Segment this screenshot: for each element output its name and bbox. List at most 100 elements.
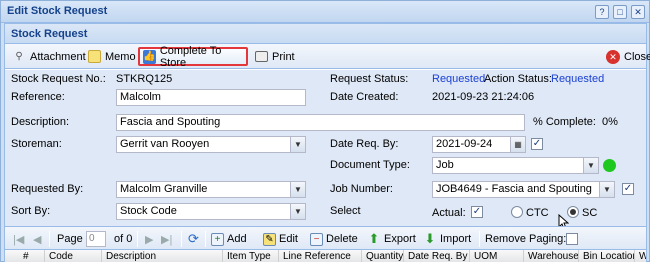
memo-button[interactable]: Memo bbox=[85, 47, 139, 66]
description-input[interactable]: Fascia and Spouting bbox=[116, 114, 525, 131]
import-arrow-icon: ⬇ bbox=[424, 231, 436, 246]
separator bbox=[137, 231, 138, 247]
date-req-by-checkbox[interactable]: ✓ bbox=[531, 138, 543, 150]
percent-complete-value: 0% bbox=[602, 116, 618, 128]
first-page-icon[interactable]: |◀ bbox=[13, 231, 24, 247]
panel-title: Stock Request bbox=[11, 28, 88, 40]
printer-icon bbox=[255, 51, 268, 62]
column-header[interactable]: Item Type bbox=[223, 250, 279, 262]
export-arrow-icon: ⬆ bbox=[368, 231, 380, 246]
chevron-down-icon[interactable]: ▼ bbox=[583, 158, 598, 173]
column-header[interactable]: UOM bbox=[470, 250, 524, 262]
import-label: Import bbox=[440, 233, 472, 245]
separator bbox=[181, 231, 182, 247]
request-status-value[interactable]: Requested bbox=[432, 73, 485, 85]
next-page-icon[interactable]: ▶ bbox=[145, 231, 153, 247]
column-header[interactable]: Date Req. By bbox=[404, 250, 470, 262]
job-number-value: JOB4649 - Fascia and Spouting bbox=[436, 183, 592, 195]
date-req-by-field[interactable]: 2021-09-24 ▦ bbox=[432, 136, 526, 153]
edit-stock-request-window: Edit Stock Request ? □ ✕ Stock Request ⚲… bbox=[0, 0, 650, 262]
edit-button[interactable]: ✎ Edit bbox=[263, 231, 298, 247]
stock-request-no-value: STKRQ125 bbox=[116, 73, 173, 85]
date-created-label: Date Created: bbox=[330, 91, 399, 103]
job-number-checkbox[interactable]: ✓ bbox=[622, 183, 634, 195]
sort-by-value: Stock Code bbox=[120, 205, 177, 217]
close-icon[interactable]: ✕ bbox=[631, 5, 645, 19]
delete-icon: − bbox=[310, 232, 323, 246]
export-label: Export bbox=[384, 233, 416, 245]
date-created-value: 2021-09-23 21:24:06 bbox=[432, 91, 535, 103]
storeman-value: Gerrit van Rooyen bbox=[120, 138, 210, 150]
storeman-combo[interactable]: Gerrit van Rooyen ▼ bbox=[116, 136, 306, 153]
maximize-icon[interactable]: □ bbox=[613, 5, 627, 19]
window-titlebar[interactable]: Edit Stock Request ? □ ✕ bbox=[1, 1, 649, 23]
separator bbox=[205, 231, 206, 247]
percent-complete-label: % Complete: bbox=[533, 116, 596, 128]
stock-request-panel: Stock Request ⚲ Attachment Memo 👍 Comple… bbox=[4, 23, 650, 262]
window-title: Edit Stock Request bbox=[7, 5, 108, 17]
job-number-label: Job Number: bbox=[330, 183, 393, 195]
remove-paging-label: Remove Paging: bbox=[485, 233, 567, 245]
reference-input[interactable]: Malcolm bbox=[116, 89, 306, 106]
thumbs-up-icon: 👍 bbox=[143, 49, 156, 64]
actual-label: Actual: bbox=[432, 207, 466, 219]
refresh-icon[interactable]: ⟳ bbox=[188, 231, 199, 247]
description-label: Description: bbox=[11, 116, 70, 128]
storeman-label: Storeman: bbox=[11, 138, 62, 150]
add-label: Add bbox=[227, 233, 247, 245]
close-circle-icon: ✕ bbox=[606, 49, 620, 64]
document-type-label: Document Type: bbox=[330, 159, 410, 171]
stock-request-form: Stock Request No.: STKRQ125 Request Stat… bbox=[5, 70, 646, 230]
chevron-down-icon[interactable]: ▼ bbox=[290, 137, 305, 152]
document-type-combo[interactable]: Job ▼ bbox=[432, 157, 599, 174]
column-header[interactable]: Quantity bbox=[362, 250, 404, 262]
column-header[interactable]: Bin Location bbox=[579, 250, 635, 262]
prev-page-icon[interactable]: ◀ bbox=[33, 231, 41, 247]
remove-paging-checkbox[interactable] bbox=[566, 233, 578, 245]
column-header[interactable]: Description bbox=[102, 250, 223, 262]
help-icon[interactable]: ? bbox=[595, 5, 609, 19]
print-label: Print bbox=[272, 50, 295, 63]
date-req-by-label: Date Req. By: bbox=[330, 138, 399, 150]
requested-by-combo[interactable]: Malcolm Granville ▼ bbox=[116, 181, 306, 198]
close-button[interactable]: ✕ Close bbox=[603, 47, 650, 66]
last-page-icon[interactable]: ▶| bbox=[161, 231, 172, 247]
delete-label: Delete bbox=[326, 233, 358, 245]
delete-button[interactable]: − Delete bbox=[310, 231, 358, 247]
column-header[interactable]: Code bbox=[45, 250, 102, 262]
edit-label: Edit bbox=[279, 233, 298, 245]
chevron-down-icon[interactable]: ▼ bbox=[599, 182, 614, 197]
chevron-down-icon[interactable]: ▼ bbox=[290, 182, 305, 197]
panel-header: Stock Request bbox=[5, 24, 646, 44]
grid-toolbar: |◀ ◀ Page 0 of 0 ▶ ▶| ⟳ + Add ✎ Edit − D… bbox=[5, 226, 646, 250]
status-green-indicator bbox=[603, 159, 616, 172]
ctc-label: CTC bbox=[526, 207, 549, 219]
sort-by-combo[interactable]: Stock Code ▼ bbox=[116, 203, 306, 220]
stock-request-no-label: Stock Request No.: bbox=[11, 73, 106, 85]
chevron-down-icon[interactable]: ▼ bbox=[290, 204, 305, 219]
column-header[interactable]: # bbox=[5, 250, 45, 262]
complete-to-store-button[interactable]: 👍 Complete To Store bbox=[138, 45, 248, 69]
sort-by-label: Sort By: bbox=[11, 205, 51, 217]
ctc-radio[interactable] bbox=[511, 206, 523, 218]
print-button[interactable]: Print bbox=[252, 47, 298, 66]
page-input[interactable]: 0 bbox=[86, 231, 106, 247]
attachment-button[interactable]: ⚲ Attachment bbox=[9, 47, 89, 66]
actual-checkbox[interactable]: ✓ bbox=[471, 206, 483, 218]
memo-icon bbox=[88, 50, 101, 63]
import-button[interactable]: ⬇ Import bbox=[423, 231, 472, 247]
action-status-value[interactable]: Requested bbox=[551, 73, 604, 85]
calendar-icon[interactable]: ▦ bbox=[510, 137, 525, 152]
column-header[interactable]: Wo bbox=[635, 250, 646, 262]
page-label: Page bbox=[57, 233, 83, 245]
export-button[interactable]: ⬆ Export bbox=[367, 231, 416, 247]
date-req-by-value: 2021-09-24 bbox=[436, 138, 493, 150]
add-icon: + bbox=[211, 232, 224, 246]
action-status-label: Action Status: bbox=[484, 73, 552, 85]
main-toolbar: ⚲ Attachment Memo 👍 Complete To Store Pr… bbox=[5, 44, 650, 69]
column-header[interactable]: Line Reference bbox=[279, 250, 362, 262]
memo-label: Memo bbox=[105, 50, 136, 63]
job-number-combo[interactable]: JOB4649 - Fascia and Spouting ▼ bbox=[432, 181, 615, 198]
add-button[interactable]: + Add bbox=[211, 231, 247, 247]
column-header[interactable]: Warehouse bbox=[524, 250, 579, 262]
